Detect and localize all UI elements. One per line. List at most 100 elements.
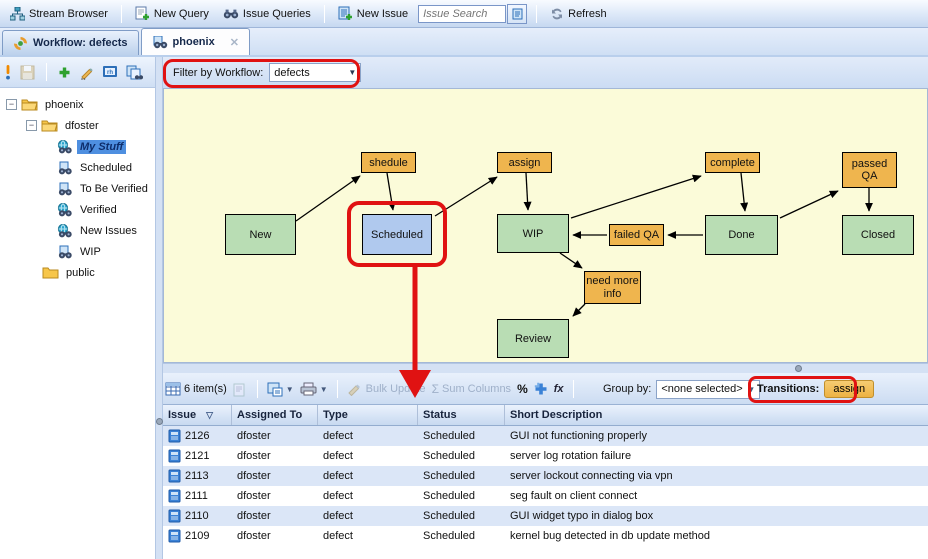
add-icon[interactable] xyxy=(58,66,71,79)
workflow-transition-failed-qa[interactable]: failed QA xyxy=(609,224,664,246)
layout-button[interactable]: ▼ xyxy=(267,382,294,397)
edit-icon[interactable] xyxy=(79,65,94,80)
workflow-transition-assign[interactable]: assign xyxy=(497,152,552,173)
issue-id: 2111 xyxy=(185,490,208,502)
folder-closed-icon xyxy=(42,266,59,279)
table-row[interactable]: 2109 dfoster defect Scheduled kernel bug… xyxy=(163,526,928,546)
add-columns-button[interactable] xyxy=(534,382,548,396)
sum-columns-button[interactable]: Σ Sum Columns xyxy=(432,382,512,396)
transition-assign-button[interactable]: assign xyxy=(824,380,874,398)
column-header-issue[interactable]: Issue ▽ xyxy=(163,405,232,425)
table-header-row: Issue ▽ Assigned To Type Status Short De… xyxy=(163,405,928,426)
tree-item-phoenix[interactable]: − phoenix xyxy=(0,94,155,115)
state-label: Review xyxy=(515,333,551,345)
workflow-state-new[interactable]: New xyxy=(225,214,296,255)
workflow-filter-select[interactable]: defects ▼ xyxy=(269,63,361,82)
horizontal-splitter[interactable] xyxy=(163,363,928,373)
workflow-state-done[interactable]: Done xyxy=(705,215,778,255)
tree-item-label: dfoster xyxy=(62,119,102,133)
tab-phoenix[interactable]: phoenix ✕ xyxy=(141,28,250,55)
save-icon[interactable] xyxy=(20,65,35,80)
workflow-state-closed[interactable]: Closed xyxy=(842,215,914,255)
table-grid-icon xyxy=(165,382,181,396)
tab-workflow-label: Workflow: defects xyxy=(33,37,128,49)
vertical-splitter[interactable] xyxy=(155,57,163,559)
workflow-transition-need-more-info[interactable]: need more info xyxy=(584,271,641,304)
table-row[interactable]: 2121 dfoster defect Scheduled server log… xyxy=(163,446,928,466)
formula-button[interactable]: fx xyxy=(554,383,564,395)
printer-icon xyxy=(300,382,317,396)
refresh-button[interactable]: Refresh xyxy=(546,5,611,23)
tab-close-icon[interactable]: ✕ xyxy=(230,36,239,49)
workflow-state-review[interactable]: Review xyxy=(497,319,569,358)
tree-item-label: To Be Verified xyxy=(77,182,151,196)
monitor-icon[interactable]: rh xyxy=(102,65,118,79)
table-row[interactable]: 2126 dfoster defect Scheduled GUI not fu… xyxy=(163,426,928,446)
transitions-label: Transitions: xyxy=(757,383,819,395)
tree-item-new-issues[interactable]: New Issues xyxy=(0,220,155,241)
tree-item-label: Verified xyxy=(77,203,120,217)
table-row[interactable]: 2111 dfoster defect Scheduled seg fault … xyxy=(163,486,928,506)
tree-item-to-be-verified[interactable]: To Be Verified xyxy=(0,178,155,199)
tree-item-wip[interactable]: WIP xyxy=(0,241,155,262)
new-query-button[interactable]: New Query xyxy=(131,4,213,23)
issue-search-go-button[interactable] xyxy=(507,4,527,24)
tab-bar: Workflow: defects phoenix ✕ xyxy=(0,28,928,57)
status-value: Scheduled xyxy=(418,430,505,442)
table-row[interactable]: 2113 dfoster defect Scheduled server loc… xyxy=(163,466,928,486)
new-issue-button[interactable]: New Issue xyxy=(334,4,412,23)
tree-item-my-stuff[interactable]: My Stuff xyxy=(0,136,155,157)
table-row[interactable]: 2110 dfoster defect Scheduled GUI widget… xyxy=(163,506,928,526)
toolbar-separator xyxy=(46,63,47,81)
workflow-filter-value: defects xyxy=(274,67,309,79)
column-header-short-description[interactable]: Short Description xyxy=(505,405,928,425)
issue-id: 2121 xyxy=(185,450,209,462)
workflow-transition-passed-qa[interactable]: passed QA xyxy=(842,152,897,188)
type-value: defect xyxy=(318,530,418,542)
collapse-toggle-icon[interactable]: − xyxy=(26,120,37,131)
collapse-toggle-icon[interactable]: − xyxy=(6,99,17,110)
description-value: seg fault on client connect xyxy=(505,490,928,502)
splitter-handle[interactable] xyxy=(156,418,163,425)
new-issue-from-result-icon[interactable] xyxy=(233,382,248,397)
print-button[interactable]: ▼ xyxy=(300,382,328,396)
workflow-transition-shedule[interactable]: shedule xyxy=(361,152,416,173)
column-header-type[interactable]: Type xyxy=(318,405,418,425)
application-window: Stream Browser New Query Issue Queries N… xyxy=(0,0,928,559)
splitter-handle[interactable] xyxy=(795,365,802,372)
issue-priority-icon[interactable] xyxy=(4,64,12,80)
bulk-update-button[interactable]: Bulk Update xyxy=(347,382,426,396)
svg-text:rh: rh xyxy=(107,70,113,76)
tree-item-scheduled[interactable]: Scheduled xyxy=(0,157,155,178)
workflow-tab-icon xyxy=(13,36,28,51)
tree-item-label: WIP xyxy=(77,245,104,259)
issue-id: 2113 xyxy=(185,470,209,482)
stream-browser-button[interactable]: Stream Browser xyxy=(6,5,112,23)
fx-icon: fx xyxy=(554,383,564,395)
issue-search-input[interactable] xyxy=(418,5,506,23)
transition-label: passed QA xyxy=(843,158,896,182)
bulk-update-label: Bulk Update xyxy=(366,383,426,395)
workflow-state-wip[interactable]: WIP xyxy=(497,214,569,253)
tree-item-dfoster[interactable]: − dfoster xyxy=(0,115,155,136)
description-value: kernel bug detected in db update method xyxy=(505,530,928,542)
issue-queries-button[interactable]: Issue Queries xyxy=(219,5,315,22)
workflow-transition-complete[interactable]: complete xyxy=(705,152,760,173)
toolbar-separator xyxy=(257,380,258,398)
tab-workflow-defects[interactable]: Workflow: defects xyxy=(2,30,139,55)
tree-item-verified[interactable]: Verified xyxy=(0,199,155,220)
workflow-state-scheduled[interactable]: Scheduled xyxy=(362,214,432,255)
workflow-diagram: New shedule Scheduled assign WIP complet… xyxy=(163,88,928,363)
percent-button[interactable]: % xyxy=(517,382,528,396)
column-header-assigned-to[interactable]: Assigned To xyxy=(232,405,318,425)
tree-item-public[interactable]: public xyxy=(0,262,155,283)
copy-query-icon[interactable] xyxy=(126,65,143,80)
table-view-button[interactable]: 6 item(s) xyxy=(165,382,227,396)
column-label: Issue xyxy=(168,409,196,421)
status-value: Scheduled xyxy=(418,470,505,482)
tree-item-label: public xyxy=(63,266,98,280)
chevron-down-icon: ▼ xyxy=(747,385,755,394)
group-by-select[interactable]: <none selected> ▼ xyxy=(656,380,760,399)
type-value: defect xyxy=(318,510,418,522)
column-header-status[interactable]: Status xyxy=(418,405,505,425)
